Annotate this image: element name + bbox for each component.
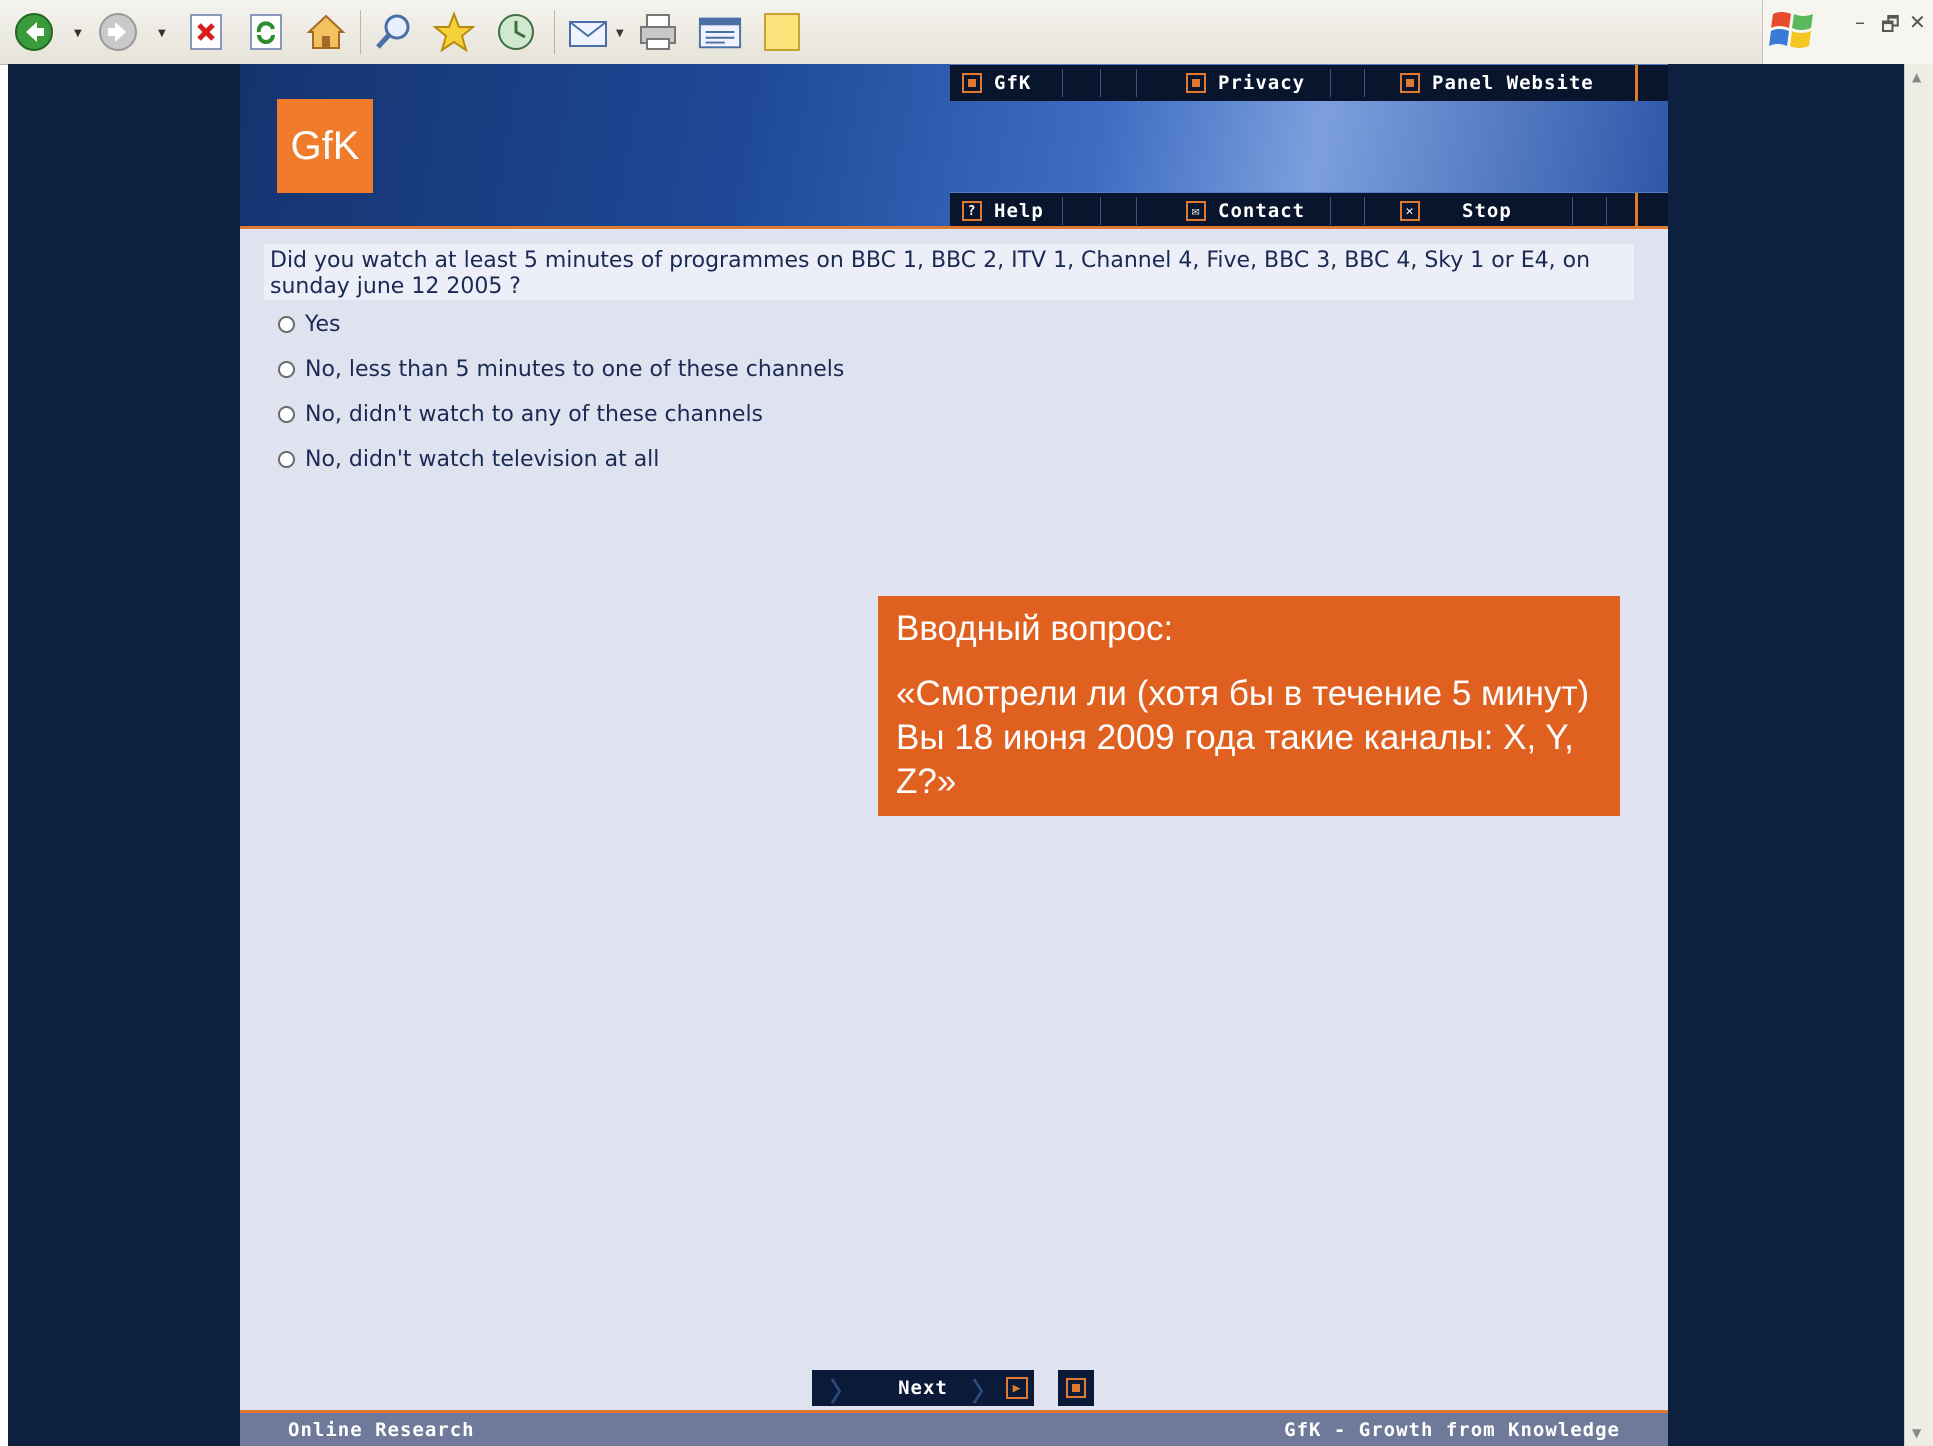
nav-contact[interactable]: ✉ Contact	[1186, 193, 1305, 229]
survey-footer: Online Research GfK - Growth from Knowle…	[240, 1410, 1668, 1446]
callout-title: Вводный вопрос:	[896, 609, 1174, 648]
minimize-icon[interactable]: –	[1855, 10, 1865, 34]
help-icon: ?	[962, 201, 982, 221]
option-label: No, didn't watch television at all	[305, 447, 660, 472]
browser-toolbar: ▼ ▼ ▼ – 🗗 ✕	[0, 0, 1933, 65]
option-no-television[interactable]: No, didn't watch television at all	[278, 447, 659, 472]
nav-panel-website[interactable]: Panel Website	[1400, 65, 1594, 101]
square-icon	[962, 73, 982, 93]
radio-button[interactable]	[278, 451, 295, 468]
vertical-scrollbar[interactable]: ▲ ▼	[1904, 64, 1933, 1446]
next-arrow-icon: ▶	[1006, 1377, 1028, 1399]
option-label: No, less than 5 minutes to one of these …	[305, 357, 845, 382]
end-button[interactable]	[1058, 1370, 1094, 1406]
nav-privacy-label: Privacy	[1218, 72, 1306, 94]
nav-help[interactable]: ? Help	[962, 193, 1044, 229]
bottom-navigation: ? Help ✉ Contact ✕ Stop	[950, 192, 1668, 229]
top-navigation: GfK Privacy Panel Website	[950, 64, 1668, 101]
question-text: Did you watch at least 5 minutes of prog…	[264, 244, 1634, 300]
footer-left-text: Online Research	[288, 1419, 475, 1441]
window-controls: – 🗗 ✕	[1762, 0, 1933, 64]
annotation-callout: Вводный вопрос: «Смотрели ли (хотя бы в …	[878, 596, 1620, 816]
forward-dropdown-icon[interactable]: ▼	[158, 28, 166, 39]
nav-panel-website-label: Panel Website	[1432, 72, 1594, 94]
history-icon[interactable]	[494, 10, 538, 54]
home-icon[interactable]	[304, 10, 348, 54]
close-window-icon[interactable]: ✕	[1909, 10, 1926, 34]
refresh-icon[interactable]	[244, 10, 288, 54]
back-dropdown-icon[interactable]: ▼	[74, 28, 82, 39]
survey-header: GfK GfK Privacy Panel Website ? Help ✉ C…	[240, 64, 1668, 229]
gfk-logo: GfK	[277, 99, 373, 193]
radio-button[interactable]	[278, 316, 295, 333]
option-less-than-5-minutes[interactable]: No, less than 5 minutes to one of these …	[278, 357, 844, 382]
callout-body: «Смотрели ли (хотя бы в течение 5 минут)…	[896, 674, 1590, 801]
notes-icon[interactable]	[760, 10, 804, 54]
scroll-up-icon[interactable]: ▲	[1912, 70, 1921, 84]
scroll-down-icon[interactable]: ▼	[1912, 1426, 1921, 1440]
mail-icon[interactable]	[566, 10, 610, 54]
restore-icon[interactable]: 🗗	[1881, 10, 1900, 44]
mail-dropdown-icon[interactable]: ▼	[616, 28, 624, 39]
nav-stop-label: Stop	[1462, 200, 1512, 222]
option-not-these-channels[interactable]: No, didn't watch to any of these channel…	[278, 402, 763, 427]
favorites-icon[interactable]	[432, 10, 476, 54]
nav-gfk-label: GfK	[994, 72, 1032, 94]
nav-contact-label: Contact	[1218, 200, 1306, 222]
nav-help-label: Help	[994, 200, 1044, 222]
square-icon	[1400, 73, 1420, 93]
edit-icon[interactable]	[698, 10, 742, 54]
search-icon[interactable]	[372, 10, 416, 54]
close-icon: ✕	[1400, 201, 1420, 221]
option-yes[interactable]: Yes	[278, 312, 341, 337]
back-icon[interactable]	[12, 10, 56, 54]
square-icon	[1186, 73, 1206, 93]
print-icon[interactable]	[636, 10, 680, 54]
nav-privacy[interactable]: Privacy	[1186, 65, 1305, 101]
chevron-icon: 〉	[830, 1378, 858, 1408]
envelope-icon: ✉	[1186, 201, 1206, 221]
radio-button[interactable]	[278, 361, 295, 378]
stop-icon[interactable]	[184, 10, 228, 54]
forward-icon[interactable]	[96, 10, 140, 54]
next-button[interactable]: 〉 Next 〉 ▶	[812, 1370, 1034, 1408]
radio-button[interactable]	[278, 406, 295, 423]
windows-logo-icon	[1769, 6, 1817, 56]
option-label: Yes	[305, 312, 341, 337]
square-icon	[1066, 1378, 1086, 1398]
header-accent-line	[240, 226, 1668, 229]
nav-gfk[interactable]: GfK	[962, 65, 1031, 101]
footer-right-text: GfK - Growth from Knowledge	[1284, 1419, 1620, 1441]
option-label: No, didn't watch to any of these channel…	[305, 402, 764, 427]
chevron-icon: 〉	[972, 1378, 1000, 1408]
survey-frame: GfK GfK Privacy Panel Website ? Help ✉ C…	[240, 64, 1668, 1446]
next-button-label: Next	[898, 1377, 948, 1399]
nav-stop[interactable]: ✕ Stop	[1400, 193, 1512, 229]
